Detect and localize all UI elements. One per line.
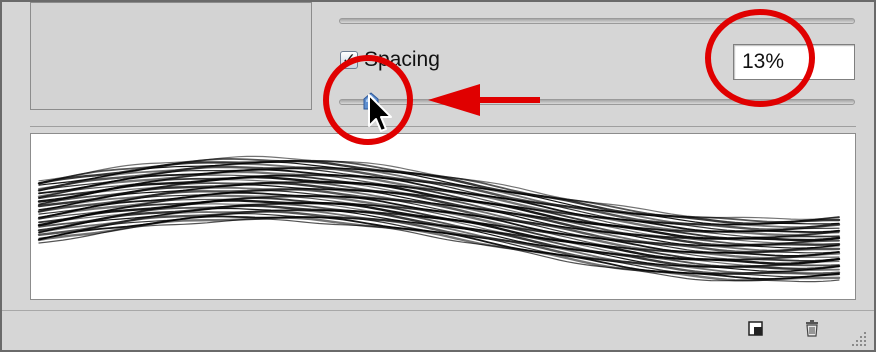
- spacing-slider-track[interactable]: [339, 99, 855, 105]
- top-slider-track[interactable]: [339, 18, 855, 24]
- brush-stroke-preview-image: [37, 155, 841, 283]
- brush-panel: ✓ Spacing 13%: [0, 0, 876, 352]
- spacing-label: Spacing: [364, 48, 440, 71]
- section-divider: [30, 126, 856, 127]
- brush-stroke-preview: [30, 133, 856, 300]
- spacing-slider-thumb[interactable]: [363, 92, 379, 110]
- brush-tip-thumbnail-box: [30, 2, 312, 110]
- spacing-checkbox[interactable]: ✓: [340, 51, 358, 69]
- checkmark-icon: ✓: [341, 49, 357, 70]
- trash-icon[interactable]: [802, 318, 822, 338]
- footer-divider: [2, 310, 874, 311]
- spacing-value-field[interactable]: 13%: [733, 44, 855, 80]
- new-brush-icon[interactable]: [746, 318, 766, 338]
- resize-grip-icon[interactable]: [848, 328, 868, 348]
